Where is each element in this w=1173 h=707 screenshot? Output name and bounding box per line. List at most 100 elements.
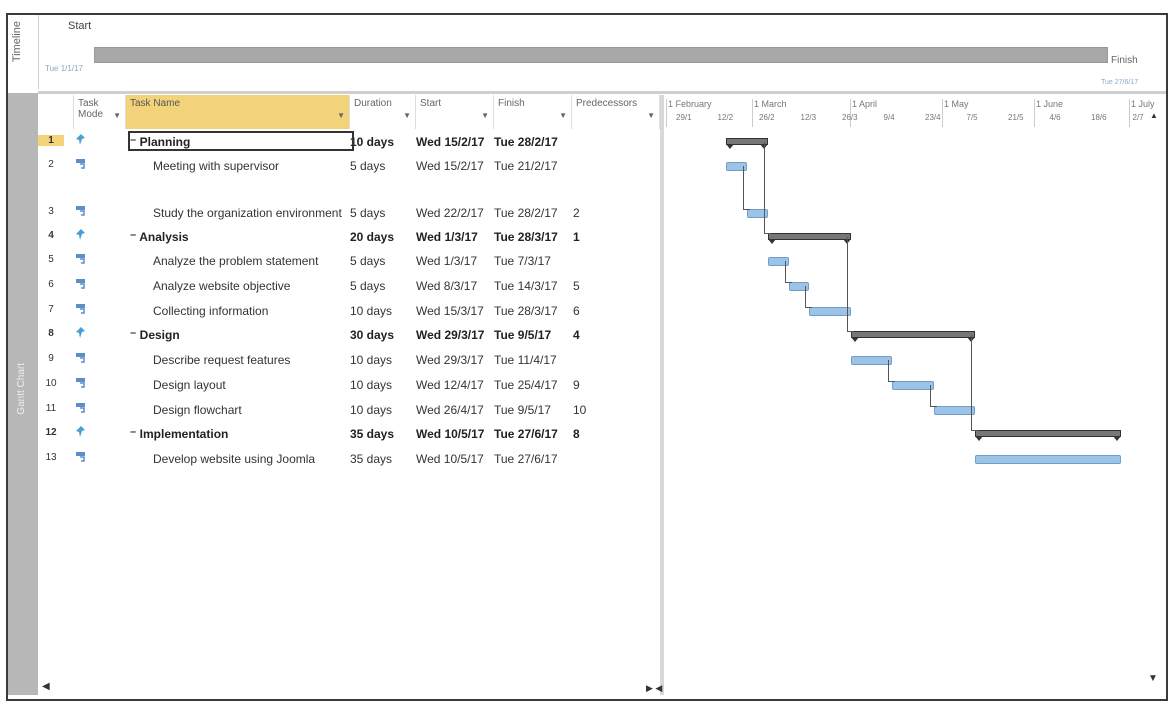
start-cell[interactable]: Wed 8/3/17 — [416, 279, 477, 293]
task-name-cell[interactable]: Study the organization environment — [153, 206, 342, 220]
column-start[interactable]: Start ▼ — [416, 95, 494, 129]
task-row[interactable]: 12 ⁻ Implementation 35 days Wed 10/5/17 Tue … — [38, 423, 660, 447]
task-name-cell[interactable]: Analyze the problem statement — [153, 254, 318, 268]
finish-cell[interactable]: Tue 11/4/17 — [494, 353, 557, 367]
row-number[interactable]: 11 — [38, 403, 64, 414]
row-number[interactable]: 8 — [38, 328, 64, 339]
table-scroll-left-icon[interactable]: ◀ — [42, 681, 50, 692]
column-task-name-dropdown-icon[interactable]: ▼ — [337, 111, 345, 120]
summary-task-bar[interactable] — [767, 233, 851, 244]
predecessors-cell[interactable]: 1 — [573, 230, 580, 244]
collapse-icon[interactable]: ⁻ — [130, 328, 140, 342]
start-cell[interactable]: Wed 26/4/17 — [416, 403, 484, 417]
predecessors-cell[interactable]: 8 — [573, 427, 580, 441]
task-name-cell[interactable]: ⁻ Implementation — [130, 427, 228, 441]
column-duration[interactable]: Duration ▼ — [350, 95, 416, 129]
split-bar[interactable] — [660, 95, 664, 695]
finish-cell[interactable]: Tue 28/3/17 — [494, 230, 558, 244]
row-number[interactable]: 13 — [38, 452, 64, 463]
task-bar[interactable] — [933, 406, 976, 415]
finish-cell[interactable]: Tue 28/2/17 — [494, 206, 558, 220]
collapse-icon[interactable]: ⁻ — [130, 230, 139, 244]
finish-cell[interactable]: Tue 9/5/17 — [494, 328, 551, 342]
row-number[interactable]: 7 — [38, 304, 64, 315]
finish-cell[interactable]: Tue 27/6/17 — [494, 427, 558, 441]
duration-cell[interactable]: 35 days — [350, 452, 392, 466]
task-row[interactable]: 5 Analyze the problem statement 5 days Wed … — [38, 250, 660, 274]
start-cell[interactable]: Wed 15/3/17 — [416, 304, 484, 318]
duration-cell[interactable]: 5 days — [350, 206, 385, 220]
chart-scroll-left-icon[interactable]: ▶ ◀ — [646, 683, 662, 694]
start-cell[interactable]: Wed 15/2/17 — [416, 159, 484, 173]
duration-cell[interactable]: 5 days — [350, 279, 385, 293]
row-number[interactable]: 5 — [38, 254, 64, 265]
task-name-cell[interactable]: Design flowchart — [153, 403, 242, 417]
finish-cell[interactable]: Tue 28/3/17 — [494, 304, 558, 318]
start-cell[interactable]: Wed 1/3/17 — [416, 230, 478, 244]
task-name-cell[interactable]: Analyze website objective — [153, 279, 290, 293]
start-cell[interactable]: Wed 15/2/17 — [416, 135, 484, 149]
column-task-mode[interactable]: Task Mode ▼ — [74, 95, 126, 129]
scroll-down-icon[interactable]: ▼ — [1148, 673, 1158, 684]
predecessors-cell[interactable]: 4 — [573, 328, 580, 342]
task-bar[interactable] — [809, 307, 851, 316]
start-cell[interactable]: Wed 1/3/17 — [416, 254, 477, 268]
column-predecessors[interactable]: Predecessors ▼ — [572, 95, 660, 129]
collapse-icon[interactable]: ⁻ — [130, 427, 140, 441]
duration-cell[interactable]: 20 days — [350, 230, 394, 244]
scroll-up-icon[interactable]: ▲ — [1150, 111, 1158, 120]
predecessors-cell[interactable]: 6 — [573, 304, 580, 318]
row-number[interactable]: 3 — [38, 206, 64, 217]
row-number[interactable]: 12 — [38, 427, 64, 438]
task-bar[interactable] — [892, 381, 934, 390]
finish-cell[interactable]: Tue 9/5/17 — [494, 403, 551, 417]
predecessors-cell[interactable]: 5 — [573, 279, 580, 293]
summary-task-bar[interactable] — [975, 430, 1121, 441]
start-cell[interactable]: Wed 29/3/17 — [416, 353, 484, 367]
task-name-cell[interactable]: Develop website using Joomla — [153, 452, 315, 466]
duration-cell[interactable]: 30 days — [350, 328, 394, 342]
task-row[interactable]: 8 ⁻ Design 30 days Wed 29/3/17 Tue 9/5/17 4 — [38, 324, 660, 348]
duration-cell[interactable]: 35 days — [350, 427, 394, 441]
duration-cell[interactable]: 10 days — [350, 135, 394, 149]
row-number[interactable]: 4 — [38, 230, 64, 241]
row-number[interactable]: 9 — [38, 353, 64, 364]
task-name-cell[interactable]: Design layout — [153, 378, 226, 392]
row-number[interactable]: 10 — [38, 378, 64, 389]
finish-cell[interactable]: Tue 28/2/17 — [494, 135, 558, 149]
task-name-cell[interactable]: ⁻ Analysis — [130, 230, 189, 244]
task-row[interactable]: 2 Meeting with supervisor 5 days Wed 15/2/1… — [38, 155, 660, 179]
task-row[interactable]: 13 Develop website using Joomla 35 days Wed… — [38, 448, 660, 472]
start-cell[interactable]: Wed 10/5/17 — [416, 452, 484, 466]
task-bar[interactable] — [850, 356, 893, 365]
task-name-cell[interactable]: Collecting information — [153, 304, 268, 318]
row-number[interactable]: 6 — [38, 279, 64, 290]
predecessors-cell[interactable]: 10 — [573, 403, 586, 417]
column-duration-dropdown-icon[interactable]: ▼ — [403, 111, 411, 120]
duration-cell[interactable]: 10 days — [350, 378, 392, 392]
duration-cell[interactable]: 5 days — [350, 254, 385, 268]
start-cell[interactable]: Wed 22/2/17 — [416, 206, 484, 220]
task-row[interactable]: 9 Describe request features 10 days Wed 29/… — [38, 349, 660, 373]
summary-task-bar[interactable] — [726, 138, 768, 149]
task-name-cell[interactable]: Describe request features — [153, 353, 290, 367]
task-bar[interactable] — [975, 455, 1121, 464]
start-cell[interactable]: Wed 29/3/17 — [416, 328, 484, 342]
task-row[interactable]: 6 Analyze website objective 5 days Wed 8/3/… — [38, 275, 660, 299]
timeline-bar[interactable] — [94, 47, 1108, 63]
finish-cell[interactable]: Tue 7/3/17 — [494, 254, 551, 268]
task-name-cell[interactable]: ⁻ Design — [130, 328, 180, 342]
row-number[interactable]: 2 — [38, 159, 64, 170]
start-cell[interactable]: Wed 12/4/17 — [416, 378, 484, 392]
task-name-cell[interactable]: Meeting with supervisor — [153, 159, 279, 173]
select-all-header[interactable] — [38, 95, 74, 129]
column-task-mode-dropdown-icon[interactable]: ▼ — [113, 111, 121, 120]
task-row[interactable]: 10 Design layout 10 days Wed 12/4/17 Tue 25/… — [38, 374, 660, 398]
column-predecessors-dropdown-icon[interactable]: ▼ — [647, 111, 655, 120]
finish-cell[interactable]: Tue 27/6/17 — [494, 452, 558, 466]
duration-cell[interactable]: 10 days — [350, 403, 392, 417]
task-row[interactable]: 4 ⁻ Analysis 20 days Wed 1/3/17 Tue 28/3/17 1 — [38, 226, 660, 250]
start-cell[interactable]: Wed 10/5/17 — [416, 427, 484, 441]
duration-cell[interactable]: 10 days — [350, 304, 392, 318]
predecessors-cell[interactable]: 2 — [573, 206, 580, 220]
